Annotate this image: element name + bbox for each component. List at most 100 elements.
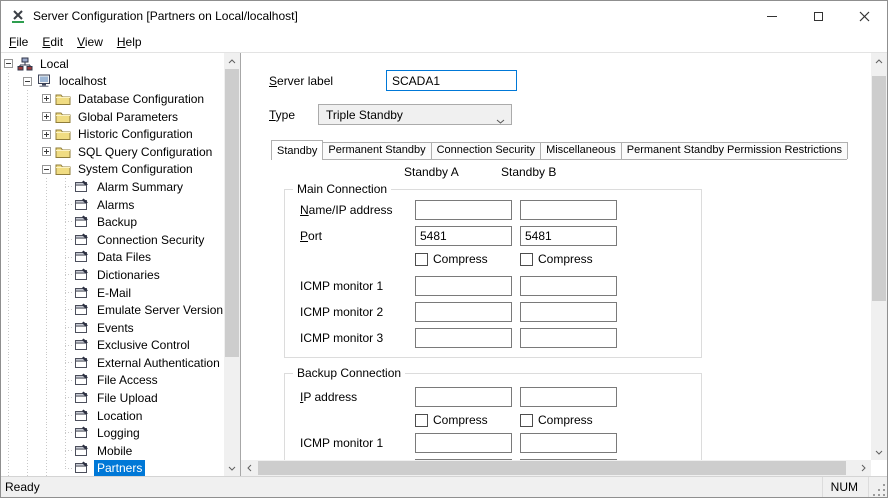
tree-item-global-parameters[interactable]: Global Parameters [1, 108, 224, 126]
tree-item-events[interactable]: Events [1, 319, 224, 337]
form-vertical-scrollbar[interactable] [871, 53, 887, 460]
tree-guide [4, 73, 23, 91]
field-label: Name/IP address [285, 203, 415, 217]
tree-item-alarms[interactable]: Alarms [1, 196, 224, 214]
tree-guide [23, 249, 42, 267]
form-row-icmp-monitor-2: ICMP monitor 2 [285, 302, 701, 322]
tree-item-exclusive-control[interactable]: Exclusive Control [1, 337, 224, 355]
maximize-button[interactable] [795, 1, 841, 31]
tree-item-label: Partners [94, 460, 145, 476]
main-connection-icmp-monitor-2-input-a[interactable] [415, 302, 512, 322]
main-connection-name-ip-address-input-a[interactable] [415, 200, 512, 220]
tree-guide [42, 231, 61, 249]
tree-item-logging[interactable]: Logging [1, 424, 224, 442]
form-horizontal-scrollbar[interactable] [241, 460, 871, 476]
expand-toggle-icon[interactable] [42, 147, 51, 156]
expand-toggle-icon[interactable] [42, 94, 51, 103]
tree-item-partners[interactable]: Partners [1, 460, 224, 476]
tree-item-file-access[interactable]: File Access [1, 372, 224, 390]
tree-item-dictionaries[interactable]: Dictionaries [1, 266, 224, 284]
collapse-toggle-icon[interactable] [23, 77, 32, 86]
tree-guide [23, 460, 42, 476]
menu-edit[interactable]: Edit [35, 33, 70, 51]
tree-item-alarm-summary[interactable]: Alarm Summary [1, 178, 224, 196]
main-connection-icmp-monitor-1-input-b[interactable] [520, 276, 617, 296]
status-bar: Ready NUM [1, 476, 887, 497]
main-connection-port-input-b[interactable] [520, 226, 617, 246]
main-connection-icmp-monitor-2-input-b[interactable] [520, 302, 617, 322]
tree-item-system-configuration[interactable]: System Configuration [1, 161, 224, 179]
main-connection-icmp-monitor-3-input-a[interactable] [415, 328, 512, 348]
tree-guide [61, 372, 74, 390]
tree-item-historic-configuration[interactable]: Historic Configuration [1, 125, 224, 143]
tree-guide [42, 442, 61, 460]
tree-item-connection-security[interactable]: Connection Security [1, 231, 224, 249]
tree-item-local[interactable]: Local [1, 55, 224, 73]
tree-guide [23, 354, 42, 372]
field-label: IP address [285, 390, 415, 404]
main-connection-name-ip-address-input-b[interactable] [520, 200, 617, 220]
compress-checkbox-b[interactable] [520, 414, 533, 427]
tree-item-emulate-server-version[interactable]: Emulate Server Version [1, 301, 224, 319]
network-icon [17, 57, 33, 71]
tree-guide [23, 125, 42, 143]
tree-item-data-files[interactable]: Data Files [1, 249, 224, 267]
backup-connection-ip-address-input-b[interactable] [520, 387, 617, 407]
scroll-right-icon[interactable] [855, 460, 871, 476]
server-label-input[interactable] [386, 70, 517, 91]
scrollbar-thumb[interactable] [872, 76, 886, 301]
tab-permanent-standby[interactable]: Permanent Standby [322, 142, 431, 159]
scrollbar-thumb[interactable] [258, 461, 846, 475]
scroll-down-icon[interactable] [224, 460, 240, 476]
tree-item-external-authentication[interactable]: External Authentication [1, 354, 224, 372]
collapse-toggle-icon[interactable] [42, 165, 51, 174]
tab-miscellaneous[interactable]: Miscellaneous [540, 142, 622, 159]
tree-item-location[interactable]: Location [1, 407, 224, 425]
menu-file[interactable]: File [2, 33, 35, 51]
type-dropdown[interactable]: Triple Standby [318, 104, 512, 125]
tree-item-backup[interactable]: Backup [1, 213, 224, 231]
minimize-button[interactable] [749, 1, 795, 31]
tree-item-mobile[interactable]: Mobile [1, 442, 224, 460]
folder-icon [55, 92, 71, 106]
scroll-up-icon[interactable] [871, 53, 887, 69]
scroll-down-icon[interactable] [871, 444, 887, 460]
field-label: ICMP monitor 1 [285, 279, 415, 293]
scrollbar-thumb[interactable] [225, 69, 239, 357]
tree-item-localhost[interactable]: localhost [1, 73, 224, 91]
main-connection-icmp-monitor-3-input-b[interactable] [520, 328, 617, 348]
tree-vertical-scrollbar[interactable] [224, 53, 240, 476]
expand-toggle-icon[interactable] [42, 130, 51, 139]
app-icon [10, 8, 26, 24]
menu-view[interactable]: View [70, 33, 110, 51]
collapse-toggle-icon[interactable] [4, 59, 13, 68]
tree-item-sql-query-configuration[interactable]: SQL Query Configuration [1, 143, 224, 161]
scroll-left-icon[interactable] [241, 460, 257, 476]
compress-checkbox-a[interactable] [415, 414, 428, 427]
scroll-up-icon[interactable] [224, 53, 240, 69]
backup-connection-ip-address-input-a[interactable] [415, 387, 512, 407]
backup-connection-icmp-monitor-1-input-b[interactable] [520, 433, 617, 453]
tree-guide [4, 407, 23, 425]
main-connection-port-input-a[interactable] [415, 226, 512, 246]
tab-standby[interactable]: Standby [271, 140, 323, 160]
tree-guide [42, 266, 61, 284]
tree-item-e-mail[interactable]: E-Mail [1, 284, 224, 302]
tree-guide [42, 354, 61, 372]
tree-guide [23, 442, 42, 460]
tree-item-file-upload[interactable]: File Upload [1, 389, 224, 407]
backup-connection-icmp-monitor-1-input-a[interactable] [415, 433, 512, 453]
tree-item-database-configuration[interactable]: Database Configuration [1, 90, 224, 108]
compress-checkbox-a[interactable] [415, 253, 428, 266]
page-icon [74, 356, 90, 370]
expand-toggle-icon[interactable] [42, 112, 51, 121]
resize-grip[interactable] [869, 477, 887, 497]
tab-permanent-standby-permission-restrictions[interactable]: Permanent Standby Permission Restriction… [621, 142, 848, 159]
close-button[interactable] [841, 1, 887, 31]
form-row-icmp-monitor-1: ICMP monitor 1 [285, 276, 701, 296]
tree-guide [23, 90, 42, 108]
compress-checkbox-b[interactable] [520, 253, 533, 266]
main-connection-icmp-monitor-1-input-a[interactable] [415, 276, 512, 296]
menu-help[interactable]: Help [110, 33, 149, 51]
tab-connection-security[interactable]: Connection Security [431, 142, 541, 159]
